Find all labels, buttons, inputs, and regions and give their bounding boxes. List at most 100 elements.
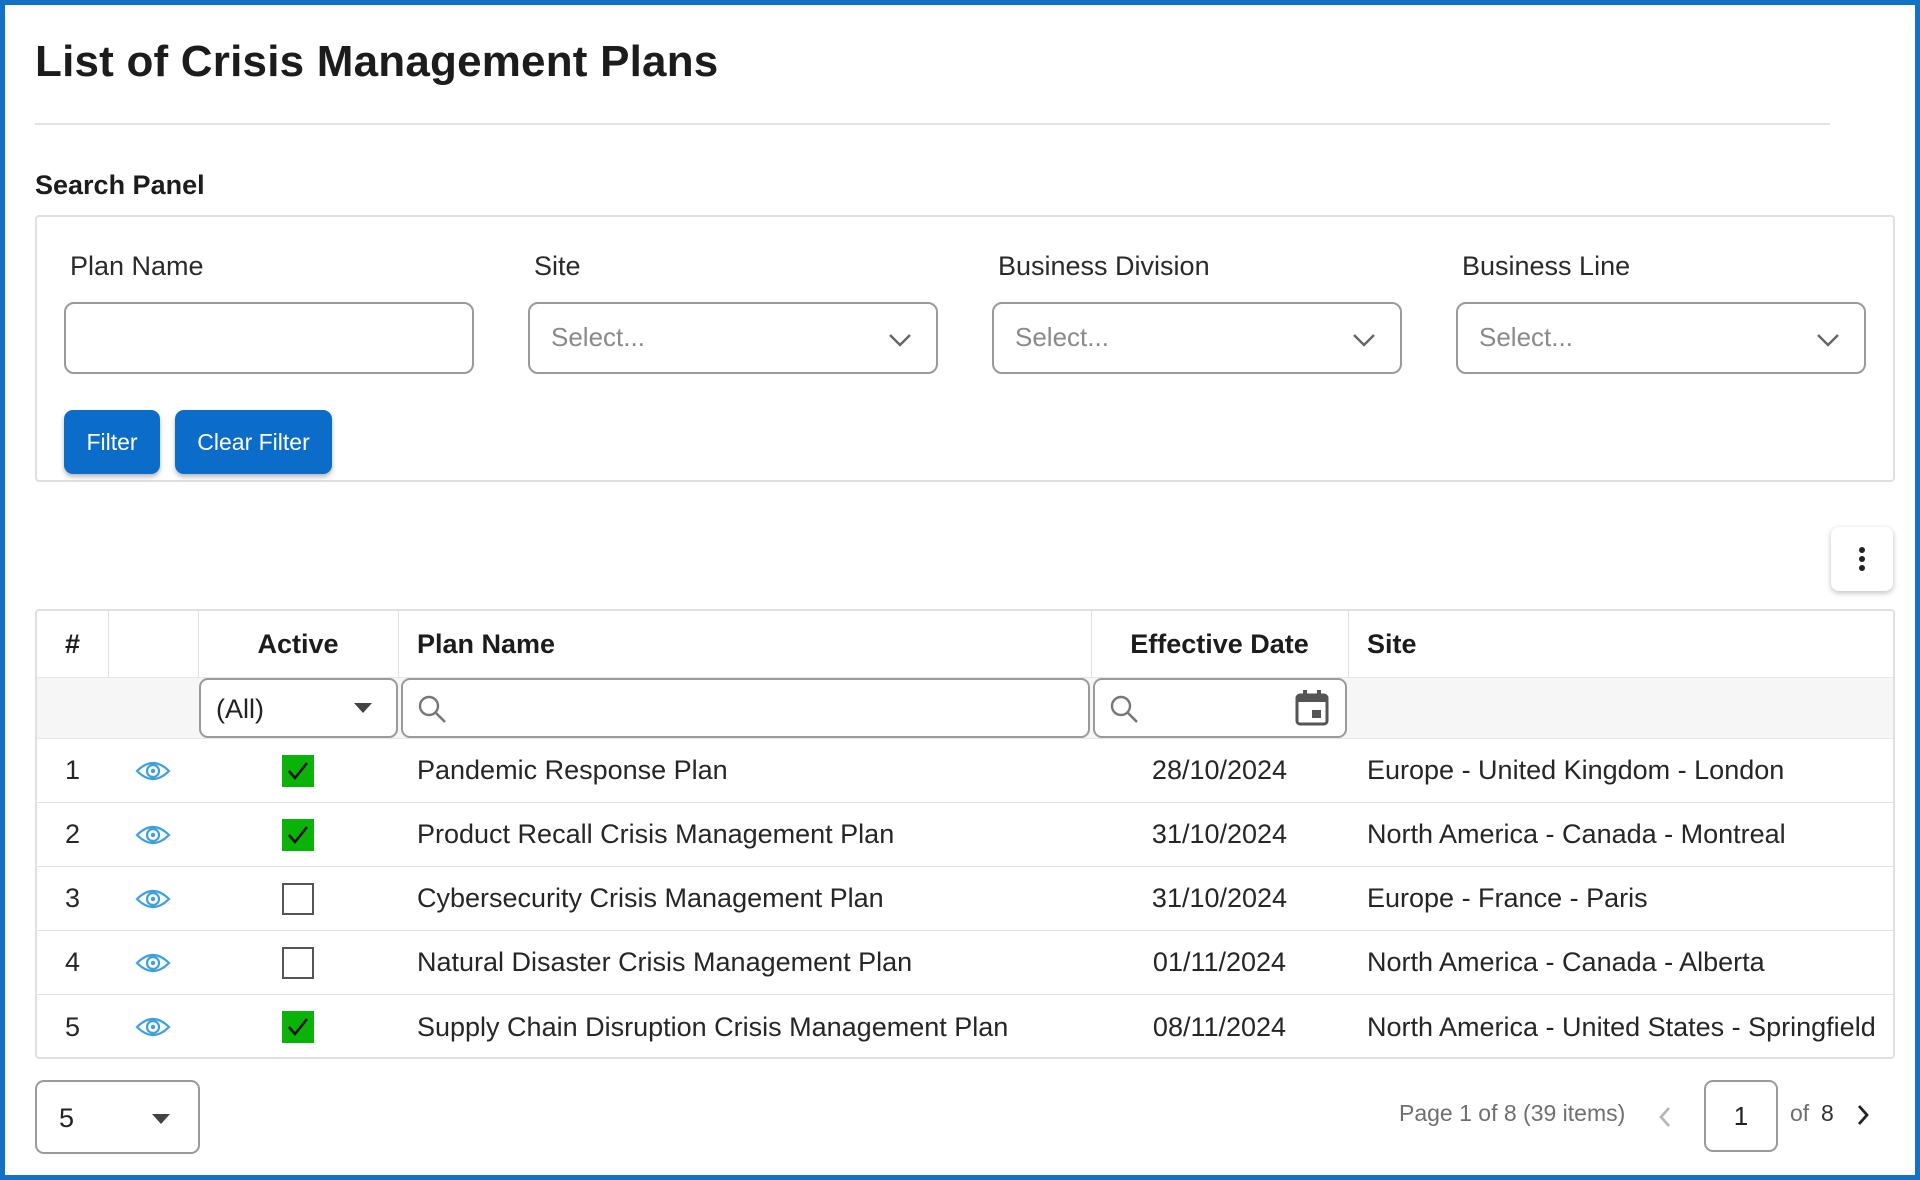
effective-date-filter-input[interactable]	[1093, 678, 1347, 738]
view-button[interactable]	[108, 867, 198, 930]
active-filter-value: (All)	[216, 694, 264, 724]
app-window: List of Crisis Management Plans Search P…	[0, 0, 1920, 1180]
caret-down-icon	[354, 703, 372, 713]
row-number-text: 4	[64, 947, 81, 977]
checkmark-icon	[288, 761, 309, 780]
site-cell: North America - United States - Springfi…	[1367, 995, 1893, 1057]
site-cell: North America - Canada - Alberta	[1367, 931, 1893, 994]
site-cell: Europe - United Kingdom - London	[1367, 739, 1893, 802]
column-header-number-label: #	[64, 628, 81, 659]
business-line-label: Business Line	[1462, 251, 1631, 281]
site-text: North America - Canada - Alberta	[1367, 947, 1765, 977]
active-cell	[198, 739, 398, 802]
effective-date-cell: 28/10/2024	[1091, 739, 1348, 802]
column-header-plan-name-label: Plan Name	[417, 628, 556, 659]
plan-name-text: Pandemic Response Plan	[417, 755, 728, 785]
eye-icon	[135, 825, 171, 844]
column-header-site[interactable]: Site	[1367, 611, 1893, 677]
plan-name-text: Natural Disaster Crisis Management Plan	[417, 947, 913, 977]
row-number: 2	[37, 803, 108, 866]
business-division-select[interactable]: Select...	[992, 302, 1402, 374]
page-of-label: of	[1790, 1100, 1810, 1126]
table-row[interactable]: 2 Product Recall Crisis Management Plan …	[37, 803, 1893, 867]
view-button[interactable]	[108, 995, 198, 1057]
plans-grid: # Active Plan Name Effective Date Site (…	[35, 609, 1895, 1059]
column-header-plan-name[interactable]: Plan Name	[417, 611, 1091, 677]
page-info: Page 1 of 8 (39 items)	[1399, 1100, 1626, 1126]
site-cell: Europe - France - Paris	[1367, 867, 1893, 930]
row-number: 5	[37, 995, 108, 1057]
site-text: Europe - France - Paris	[1367, 883, 1648, 913]
chevron-down-icon	[1353, 334, 1375, 347]
effective-date-cell: 31/10/2024	[1091, 867, 1348, 930]
table-row[interactable]: 3 Cybersecurity Crisis Management Plan 3…	[37, 867, 1893, 931]
row-number-text: 5	[64, 1011, 81, 1042]
plan-name-input[interactable]	[66, 304, 472, 372]
plan-name-input-box[interactable]	[64, 302, 474, 374]
filter-button[interactable]: Filter	[64, 410, 160, 474]
column-header-view	[108, 611, 198, 677]
active-cell	[198, 867, 398, 930]
view-button[interactable]	[108, 803, 198, 866]
page-size-select[interactable]: 5	[35, 1080, 200, 1154]
chevron-left-icon[interactable]	[1657, 1105, 1673, 1129]
search-panel: Plan Name Site Select... Business Divisi…	[35, 215, 1895, 482]
view-button[interactable]	[108, 739, 198, 802]
site-cell: North America - Canada - Montreal	[1367, 803, 1893, 866]
view-button[interactable]	[108, 931, 198, 994]
row-number-text: 3	[64, 883, 81, 913]
column-header-effective-date[interactable]: Effective Date	[1091, 611, 1348, 677]
active-checkbox	[282, 754, 314, 787]
site-label: Site	[534, 251, 581, 281]
column-header-active[interactable]: Active	[198, 611, 398, 677]
effective-date-text: 31/10/2024	[1151, 819, 1288, 849]
site-text: Europe - United Kingdom - London	[1367, 755, 1785, 785]
effective-date-text: 28/10/2024	[1151, 755, 1288, 785]
row-number: 1	[37, 739, 108, 802]
checkmark-icon	[288, 825, 309, 844]
grid-header-row: # Active Plan Name Effective Date Site	[37, 611, 1893, 677]
checkmark-icon	[288, 1018, 309, 1037]
calendar-icon[interactable]	[1295, 690, 1329, 726]
active-filter-select[interactable]: (All)	[199, 678, 398, 738]
table-row[interactable]: 1 Pandemic Response Plan 28/10/2024 Euro…	[37, 739, 1893, 803]
table-row[interactable]: 4 Natural Disaster Crisis Management Pla…	[37, 931, 1893, 995]
column-header-number[interactable]: #	[37, 611, 108, 677]
site-select-placeholder: Select...	[551, 322, 645, 352]
chevron-down-icon	[1817, 334, 1839, 347]
grid-options-button[interactable]	[1831, 527, 1893, 591]
page-number-input[interactable]: 1	[1704, 1080, 1778, 1152]
row-number-text: 1	[64, 755, 81, 785]
active-cell	[198, 995, 398, 1057]
pager: 5 Page 1 of 8 (39 items) 1 of 8	[35, 1080, 1895, 1155]
page-size-value: 5	[59, 1103, 75, 1133]
clear-filter-button[interactable]: Clear Filter	[175, 410, 332, 474]
active-checkbox	[282, 946, 314, 979]
eye-icon	[135, 1017, 171, 1037]
plan-name-text: Cybersecurity Crisis Management Plan	[417, 883, 884, 913]
kebab-menu-icon	[1859, 547, 1865, 571]
column-header-effective-date-label: Effective Date	[1130, 628, 1309, 659]
effective-date-cell: 08/11/2024	[1091, 995, 1348, 1057]
row-number: 4	[37, 931, 108, 994]
search-icon	[1110, 695, 1138, 723]
business-line-select[interactable]: Select...	[1456, 302, 1866, 374]
title-divider	[35, 123, 1830, 125]
effective-date-text: 08/11/2024	[1152, 1011, 1287, 1042]
plan-name-filter-input[interactable]	[401, 678, 1090, 738]
active-cell	[198, 931, 398, 994]
eye-icon	[135, 761, 171, 780]
active-checkbox	[282, 1011, 314, 1043]
row-number: 3	[37, 867, 108, 930]
page-title: List of Crisis Management Plans	[35, 37, 719, 86]
site-select[interactable]: Select...	[528, 302, 938, 374]
effective-date-text: 01/11/2024	[1152, 947, 1287, 977]
search-panel-label: Search Panel	[35, 170, 205, 200]
effective-date-text: 31/10/2024	[1151, 883, 1288, 913]
row-number-text: 2	[64, 819, 81, 849]
table-row[interactable]: 5 Supply Chain Disruption Crisis Managem…	[37, 995, 1893, 1057]
plan-name-cell: Pandemic Response Plan	[417, 739, 1091, 802]
chevron-right-icon[interactable]	[1855, 1103, 1871, 1127]
site-text: North America - United States - Springfi…	[1367, 1011, 1876, 1042]
eye-icon	[135, 953, 171, 972]
